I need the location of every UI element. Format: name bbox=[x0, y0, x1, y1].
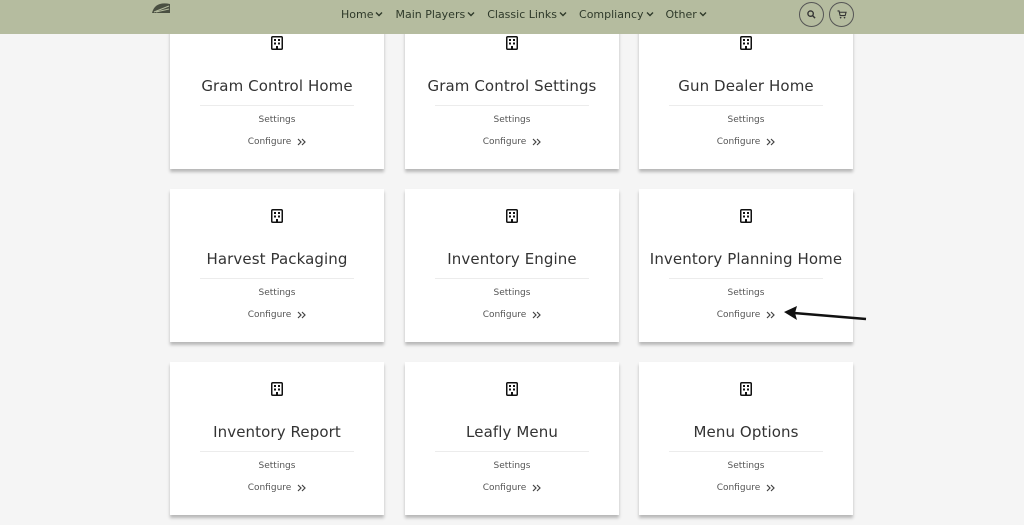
card-title: Gram Control Home bbox=[201, 77, 353, 95]
settings-label: Settings bbox=[727, 461, 765, 471]
card-inventory-engine: Inventory Engine Settings Configure bbox=[405, 189, 619, 342]
configure-link[interactable]: Configure bbox=[639, 137, 853, 147]
nav-item-other[interactable]: Other bbox=[666, 7, 707, 21]
card-leafly-menu: Leafly Menu Settings Configure bbox=[405, 362, 619, 515]
settings-label: Settings bbox=[258, 115, 296, 125]
settings-label: Settings bbox=[493, 115, 531, 125]
building-icon bbox=[271, 209, 283, 223]
card-harvest-packaging: Harvest Packaging Settings Configure bbox=[170, 189, 384, 342]
configure-label: Configure bbox=[482, 483, 527, 493]
card-gram-control-settings: Gram Control Settings Settings Configure bbox=[405, 24, 619, 169]
card-title: Gun Dealer Home bbox=[678, 77, 814, 95]
nav-item-label: Other bbox=[665, 7, 697, 21]
card-inventory-report: Inventory Report Settings Configure bbox=[170, 362, 384, 515]
card-divider bbox=[200, 105, 354, 106]
chevron-down-icon bbox=[559, 12, 567, 17]
double-chevron-right-icon bbox=[766, 138, 776, 146]
card-divider bbox=[200, 278, 354, 279]
configure-label: Configure bbox=[482, 310, 527, 320]
configure-link[interactable]: Configure bbox=[639, 483, 853, 493]
configure-label: Configure bbox=[716, 310, 761, 320]
configure-link[interactable]: Configure bbox=[170, 483, 384, 493]
card-title: Inventory Report bbox=[213, 423, 341, 441]
main-nav: Home Main Players Classic Links Complian… bbox=[341, 7, 719, 21]
card-divider bbox=[435, 451, 589, 452]
building-icon bbox=[506, 382, 518, 396]
building-icon bbox=[740, 382, 752, 396]
configure-label: Configure bbox=[247, 483, 292, 493]
nav-item-label: Home bbox=[341, 7, 374, 21]
configure-link[interactable]: Configure bbox=[405, 137, 619, 147]
settings-label: Settings bbox=[493, 288, 531, 298]
nav-item-main-players[interactable]: Main Players bbox=[395, 7, 475, 21]
top-navigation-bar: Home Main Players Classic Links Complian… bbox=[0, 0, 1024, 34]
nav-item-home[interactable]: Home bbox=[341, 7, 383, 21]
configure-link[interactable]: Configure bbox=[170, 137, 384, 147]
chevron-down-icon bbox=[699, 12, 707, 17]
double-chevron-right-icon bbox=[297, 484, 307, 492]
double-chevron-right-icon bbox=[532, 484, 542, 492]
chevron-down-icon bbox=[467, 12, 475, 17]
cart-icon bbox=[837, 10, 847, 19]
chevron-down-icon bbox=[646, 12, 654, 17]
double-chevron-right-icon bbox=[532, 311, 542, 319]
card-gram-control-home: Gram Control Home Settings Configure bbox=[170, 24, 384, 169]
card-title: Inventory Planning Home bbox=[649, 250, 843, 268]
double-chevron-right-icon bbox=[532, 138, 542, 146]
card-divider bbox=[669, 451, 823, 452]
arrow-pointer-icon bbox=[784, 306, 867, 321]
configure-label: Configure bbox=[247, 137, 292, 147]
building-icon bbox=[271, 382, 283, 396]
settings-label: Settings bbox=[727, 115, 765, 125]
card-divider bbox=[200, 451, 354, 452]
card-title: Leafly Menu bbox=[466, 423, 558, 441]
configure-label: Configure bbox=[716, 137, 761, 147]
double-chevron-right-icon bbox=[766, 311, 776, 319]
cart-button[interactable] bbox=[829, 2, 854, 27]
search-icon bbox=[807, 10, 816, 19]
nav-item-label: Compliancy bbox=[579, 7, 644, 21]
card-title: Menu Options bbox=[693, 423, 799, 441]
double-chevron-right-icon bbox=[297, 311, 307, 319]
nav-item-label: Classic Links bbox=[487, 7, 558, 21]
card-divider bbox=[669, 278, 823, 279]
card-divider bbox=[435, 278, 589, 279]
search-button[interactable] bbox=[799, 2, 824, 27]
configure-link[interactable]: Configure bbox=[405, 483, 619, 493]
building-icon bbox=[740, 209, 752, 223]
card-title: Inventory Engine bbox=[447, 250, 577, 268]
configure-label: Configure bbox=[247, 310, 292, 320]
card-divider bbox=[669, 105, 823, 106]
building-icon bbox=[506, 209, 518, 223]
building-icon bbox=[506, 36, 518, 50]
card-title: Gram Control Settings bbox=[427, 77, 597, 95]
card-divider bbox=[435, 105, 589, 106]
settings-label: Settings bbox=[727, 288, 765, 298]
configure-label: Configure bbox=[716, 483, 761, 493]
nav-item-label: Main Players bbox=[395, 7, 466, 21]
card-menu-options: Menu Options Settings Configure bbox=[639, 362, 853, 515]
chevron-down-icon bbox=[375, 12, 383, 17]
configure-link[interactable]: Configure bbox=[405, 310, 619, 320]
card-gun-dealer-home: Gun Dealer Home Settings Configure bbox=[639, 24, 853, 169]
nav-item-compliancy[interactable]: Compliancy bbox=[579, 7, 654, 21]
building-icon bbox=[271, 36, 283, 50]
double-chevron-right-icon bbox=[297, 138, 307, 146]
double-chevron-right-icon bbox=[766, 484, 776, 492]
settings-label: Settings bbox=[493, 461, 531, 471]
nav-item-classic-links[interactable]: Classic Links bbox=[487, 7, 567, 21]
configure-label: Configure bbox=[482, 137, 527, 147]
settings-label: Settings bbox=[258, 461, 296, 471]
configure-link[interactable]: Configure bbox=[170, 310, 384, 320]
logo-icon[interactable] bbox=[150, 1, 172, 15]
building-icon bbox=[740, 36, 752, 50]
settings-label: Settings bbox=[258, 288, 296, 298]
card-title: Harvest Packaging bbox=[206, 250, 348, 268]
